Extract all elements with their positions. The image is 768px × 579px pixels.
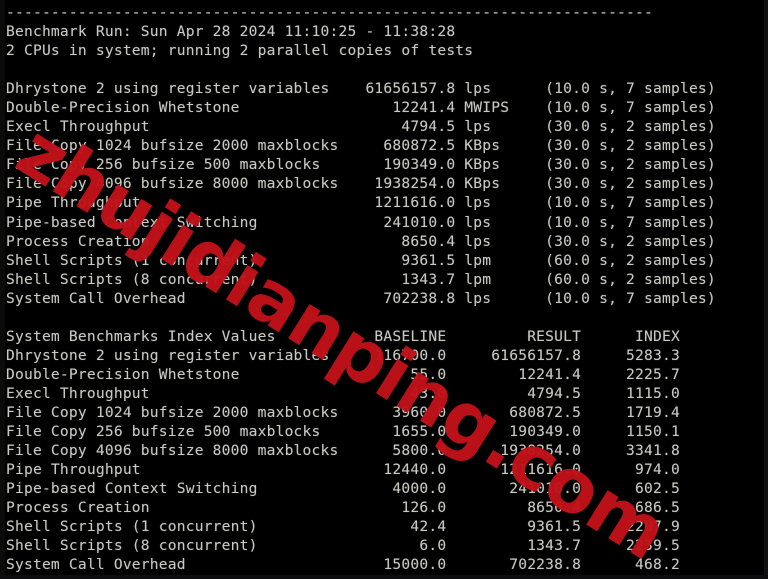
screen-edge-left xyxy=(0,0,5,579)
screen-edge-right xyxy=(764,0,768,579)
terminal-output-pane[interactable]: ----------------------------------------… xyxy=(0,0,768,579)
terminal-screenshot: ----------------------------------------… xyxy=(0,0,768,579)
terminal-text: ----------------------------------------… xyxy=(6,4,716,579)
screen-edge-bottom xyxy=(0,575,768,579)
